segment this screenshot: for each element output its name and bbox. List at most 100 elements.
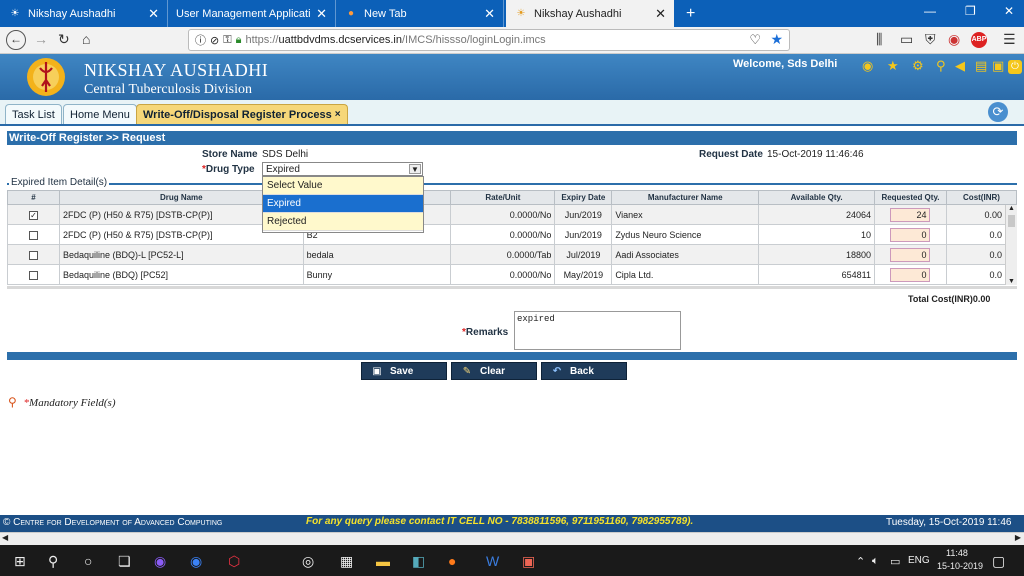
extension-icon[interactable]: ◉	[948, 31, 960, 48]
minimize-icon[interactable]: —	[924, 4, 936, 18]
drug-type-select[interactable]: Expired ▼	[262, 162, 423, 176]
task-view-icon[interactable]: ❏	[118, 553, 131, 570]
app-icon[interactable]: ◉	[154, 553, 166, 570]
browser-tab-title: New Tab	[364, 7, 407, 20]
tab-task-list[interactable]: Task List	[5, 104, 62, 124]
row-checkbox[interactable]	[28, 270, 38, 280]
chevron-up-icon[interactable]: ⌃	[856, 555, 865, 568]
row-checkbox[interactable]	[28, 230, 38, 240]
star-icon[interactable]: ★	[887, 58, 899, 74]
save-button[interactable]: ▣ Save	[361, 362, 447, 380]
browser-tab[interactable]: User Management Application (for ✕	[168, 0, 336, 27]
nikshay-favicon-icon: ☀	[10, 8, 20, 19]
drug-type-option[interactable]: Rejected	[263, 213, 423, 231]
clear-button[interactable]: ✎ Clear	[451, 362, 537, 380]
folder-icon[interactable]: ▬	[376, 553, 390, 569]
search-icon[interactable]: ⚲	[936, 58, 946, 74]
network-icon[interactable]: ▭	[890, 555, 900, 568]
shield-icon[interactable]: ⛨	[925, 31, 936, 48]
html-icon[interactable]: ⬡	[228, 553, 240, 570]
close-window-icon[interactable]: ✕	[1004, 4, 1014, 18]
app-icon[interactable]: ◉	[190, 553, 202, 570]
document-icon[interactable]: ▤	[975, 58, 987, 74]
close-icon[interactable]: ✕	[484, 6, 495, 22]
pocket-icon[interactable]: ♡	[749, 32, 761, 48]
eye-icon[interactable]: ◉	[862, 58, 873, 74]
word-icon[interactable]: W	[486, 553, 499, 569]
announcement-icon[interactable]: ◀	[955, 58, 965, 74]
table-scrollbar[interactable]: ▲ ▼	[1005, 205, 1017, 285]
clock-time[interactable]: 11:48	[946, 548, 968, 558]
broom-icon: ✎	[462, 365, 472, 377]
power-icon[interactable]: ⏻	[1008, 60, 1022, 74]
reload-icon[interactable]: ↻	[58, 31, 70, 48]
scroll-left-icon[interactable]: ◀	[2, 533, 8, 542]
home-icon[interactable]: ⌂	[82, 31, 90, 47]
remarks-textarea[interactable]: expired	[514, 311, 681, 350]
breadcrumb: Write-Off Register >> Request	[7, 131, 1017, 145]
store-name-label: Store Name	[202, 149, 258, 160]
requested-qty-input[interactable]: 0	[890, 227, 931, 242]
requested-qty-input[interactable]: 0	[890, 267, 931, 282]
scroll-down-icon[interactable]: ▼	[1006, 278, 1017, 285]
col-header: Cost(INR)	[945, 190, 1018, 205]
browser-tab[interactable]: ● New Tab ✕	[336, 0, 504, 27]
new-tab-button[interactable]: +	[678, 0, 698, 27]
back-arrow-icon[interactable]: ←	[6, 30, 26, 50]
bookmark-star-icon[interactable]: ★	[770, 31, 783, 48]
table-row: 2FDC (P) (H50 & R75) [DSTB-CP(P)] B2 0.0…	[7, 224, 1018, 245]
row-checkbox[interactable]: ✓	[28, 210, 38, 220]
row-checkbox[interactable]	[28, 250, 38, 260]
close-icon[interactable]: ✕	[655, 6, 666, 22]
gear-icon[interactable]: ⚙	[912, 58, 924, 74]
refresh-icon[interactable]: ⟳	[988, 102, 1008, 122]
notification-icon[interactable]: ▢	[992, 553, 1005, 570]
cortana-icon[interactable]: ○	[84, 553, 92, 569]
chevron-down-icon[interactable]: ▼	[409, 164, 421, 174]
windows-start-icon[interactable]: ⊞	[14, 553, 26, 570]
menu-icon[interactable]: ☰	[1003, 31, 1016, 48]
back-icon: ↶	[552, 365, 562, 377]
info-icon[interactable]: ⓘ	[195, 32, 206, 48]
url-bar[interactable]: ⓘ ⊘ ⚿ 🔒︎ https://uattbdvdms.dcservices.i…	[188, 29, 790, 51]
scroll-up-icon[interactable]: ▲	[1006, 205, 1017, 212]
sidebar-icon[interactable]: ▭	[900, 31, 913, 48]
drug-type-option[interactable]: Expired	[263, 195, 423, 213]
close-icon[interactable]: ✕	[316, 6, 327, 22]
app-icon[interactable]: ◎	[302, 553, 314, 570]
requested-qty-input[interactable]: 24	[890, 207, 931, 222]
close-icon[interactable]: ✕	[148, 6, 159, 22]
language-indicator[interactable]: ENG	[908, 555, 930, 566]
drug-type-dropdown: Select Value Expired Rejected	[262, 176, 424, 233]
tab-write-off[interactable]: Write-Off/Disposal Register Process ×	[136, 104, 348, 124]
firefox-icon[interactable]: ●	[448, 553, 456, 569]
browser-tab-title: Nikshay Aushadhi	[534, 7, 622, 20]
forward-arrow-icon[interactable]: →	[34, 31, 48, 47]
url-text: https://uattbdvdms.dcservices.in/IMCS/hi…	[245, 34, 546, 46]
drug-type-option[interactable]: Select Value	[263, 177, 423, 195]
volume-icon[interactable]: 🔈︎	[872, 555, 879, 568]
table-hscrollbar[interactable]	[7, 286, 1017, 289]
store-name-value: SDS Delhi	[262, 149, 309, 160]
scroll-thumb[interactable]	[1008, 215, 1015, 227]
close-icon[interactable]: ×	[335, 109, 341, 120]
adblock-icon[interactable]: ABP	[971, 32, 987, 48]
library-icon[interactable]: ⫼	[876, 31, 882, 48]
requested-qty-input[interactable]: 0	[890, 247, 931, 262]
manufacturer-cell: Cipla Ltd.	[611, 264, 760, 285]
app-icon[interactable]: ▣	[522, 553, 535, 570]
page-hscrollbar[interactable]: ◀ ▶	[0, 532, 1024, 545]
browser-tab[interactable]: ☀ Nikshay Aushadhi ✕	[0, 0, 168, 27]
clock-date[interactable]: 15-10-2019	[937, 561, 983, 571]
calculator-icon[interactable]: ▦	[340, 553, 353, 570]
restore-icon[interactable]: ❐	[965, 4, 976, 18]
requested-qty-cell: 24	[874, 204, 947, 225]
back-button[interactable]: ↶ Back	[541, 362, 627, 380]
col-header: Manufacturer Name	[611, 190, 760, 205]
browser-tab-active[interactable]: ☀ Nikshay Aushadhi ✕	[506, 0, 674, 27]
scroll-right-icon[interactable]: ▶	[1015, 533, 1021, 542]
tab-home-menu[interactable]: Home Menu	[63, 104, 137, 124]
search-icon[interactable]: ⚲	[48, 553, 58, 570]
app-icon[interactable]: ◧	[412, 553, 425, 570]
lock-icon[interactable]: ▣	[992, 58, 1004, 74]
